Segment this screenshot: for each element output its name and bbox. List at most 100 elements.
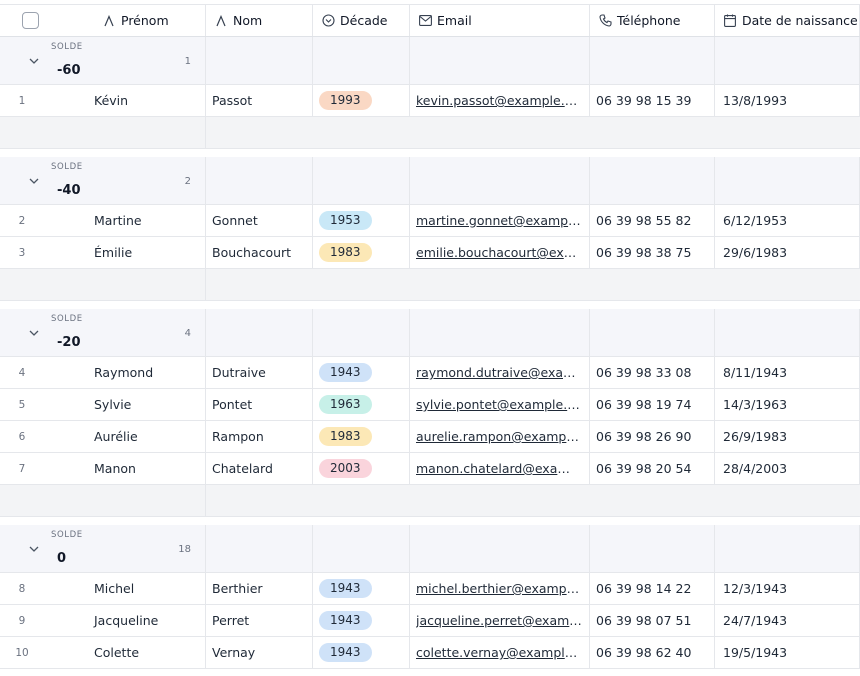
table-row[interactable]: 3 Émilie Bouchacourt 1983 emilie.bouchacourt…: [0, 237, 860, 269]
table-row[interactable]: 6 Aurélie Rampon 1983 aurelie.rampon@example…: [0, 421, 860, 453]
prenom-cell[interactable]: Émilie: [88, 237, 206, 268]
birthdate-cell[interactable]: 6/12/1953: [715, 205, 860, 236]
telephone-cell[interactable]: 06 39 98 33 08: [590, 357, 715, 388]
nom-cell[interactable]: Pontet: [206, 389, 313, 420]
chevron-down-icon[interactable]: [27, 174, 41, 188]
email-cell[interactable]: kevin.passot@example.com: [410, 85, 590, 116]
nom-cell[interactable]: Bouchacourt: [206, 237, 313, 268]
birthdate-cell[interactable]: 24/7/1943: [715, 605, 860, 636]
email-link[interactable]: colette.vernay@example.com: [416, 645, 582, 660]
table-row[interactable]: 8 Michel Berthier 1943 michel.berthier@examp…: [0, 573, 860, 605]
birthdate-cell[interactable]: 13/8/1993: [715, 85, 860, 116]
chevron-down-icon[interactable]: [27, 326, 41, 340]
prenom-cell[interactable]: Michel: [88, 573, 206, 604]
telephone-cell[interactable]: 06 39 98 26 90: [590, 421, 715, 452]
column-header-telephone[interactable]: Téléphone: [590, 5, 715, 36]
email-link[interactable]: martine.gonnet@example.com: [416, 213, 582, 228]
decade-cell[interactable]: 1953: [313, 205, 410, 236]
chevron-down-icon[interactable]: [27, 54, 41, 68]
table-row[interactable]: 5 Sylvie Pontet 1963 sylvie.pontet@example.c…: [0, 389, 860, 421]
email-link[interactable]: jacqueline.perret@example.com: [416, 613, 582, 628]
decade-cell[interactable]: 1943: [313, 637, 410, 668]
birthdate-cell[interactable]: 8/11/1943: [715, 357, 860, 388]
email-link[interactable]: emilie.bouchacourt@example.com: [416, 245, 582, 260]
birthdate-cell[interactable]: 14/3/1963: [715, 389, 860, 420]
group-field-label: SOLDE: [51, 42, 83, 52]
chevron-down-icon[interactable]: [27, 542, 41, 556]
email-cell[interactable]: manon.chatelard@example.com: [410, 453, 590, 484]
email-link[interactable]: kevin.passot@example.com: [416, 93, 582, 108]
table-row[interactable]: 7 Manon Chatelard 2003 manon.chatelard@examp…: [0, 453, 860, 485]
email-cell[interactable]: colette.vernay@example.com: [410, 637, 590, 668]
email-link[interactable]: aurelie.rampon@example.com: [416, 429, 582, 444]
email-link[interactable]: manon.chatelard@example.com: [416, 461, 582, 476]
table-row[interactable]: 4 Raymond Dutraive 1943 raymond.dutraive@exa…: [0, 357, 860, 389]
column-header-prenom[interactable]: Prénom: [88, 5, 206, 36]
email-cell[interactable]: emilie.bouchacourt@example.com: [410, 237, 590, 268]
email-link[interactable]: sylvie.pontet@example.com: [416, 397, 582, 412]
email-link[interactable]: raymond.dutraive@example.com: [416, 365, 582, 380]
email-link[interactable]: michel.berthier@example.com: [416, 581, 582, 596]
prenom-cell[interactable]: Manon: [88, 453, 206, 484]
decade-cell[interactable]: 1943: [313, 605, 410, 636]
nom-cell[interactable]: Rampon: [206, 421, 313, 452]
prenom-cell[interactable]: Jacqueline: [88, 605, 206, 636]
table-row[interactable]: 1 Kévin Passot 1993 kevin.passot@example.com…: [0, 85, 860, 117]
decade-cell[interactable]: 1943: [313, 573, 410, 604]
nom-cell[interactable]: Berthier: [206, 573, 313, 604]
column-header-nom[interactable]: Nom: [206, 5, 313, 36]
prenom-cell[interactable]: Kévin: [88, 85, 206, 116]
decade-cell[interactable]: 1943: [313, 357, 410, 388]
nom-cell[interactable]: Gonnet: [206, 205, 313, 236]
birthdate-cell[interactable]: 26/9/1983: [715, 421, 860, 452]
birthdate-cell[interactable]: 29/6/1983: [715, 237, 860, 268]
email-cell[interactable]: jacqueline.perret@example.com: [410, 605, 590, 636]
telephone-cell[interactable]: 06 39 98 19 74: [590, 389, 715, 420]
prenom-value: Michel: [94, 581, 135, 596]
group-empty-cell: [313, 157, 410, 204]
email-cell[interactable]: aurelie.rampon@example.com: [410, 421, 590, 452]
column-header-date-de-naissance[interactable]: Date de naissance: [715, 5, 860, 36]
birthdate-cell[interactable]: 28/4/2003: [715, 453, 860, 484]
telephone-cell[interactable]: 06 39 98 20 54: [590, 453, 715, 484]
telephone-cell[interactable]: 06 39 98 38 75: [590, 237, 715, 268]
nom-cell[interactable]: Perret: [206, 605, 313, 636]
nom-cell[interactable]: Passot: [206, 85, 313, 116]
birthdate-cell[interactable]: 12/3/1943: [715, 573, 860, 604]
decade-cell[interactable]: 2003: [313, 453, 410, 484]
group-header-row[interactable]: SOLDE 0 18: [0, 525, 860, 573]
select-all-checkbox[interactable]: [22, 12, 39, 29]
email-cell[interactable]: michel.berthier@example.com: [410, 573, 590, 604]
telephone-cell[interactable]: 06 39 98 14 22: [590, 573, 715, 604]
telephone-cell[interactable]: 06 39 98 62 40: [590, 637, 715, 668]
email-cell[interactable]: sylvie.pontet@example.com: [410, 389, 590, 420]
table-row[interactable]: 9 Jacqueline Perret 1943 jacqueline.perret@e…: [0, 605, 860, 637]
birthdate-cell[interactable]: 19/5/1943: [715, 637, 860, 668]
group-spacer-left: [0, 269, 206, 300]
table-row[interactable]: 2 Martine Gonnet 1953 martine.gonnet@example…: [0, 205, 860, 237]
column-header-decade[interactable]: Décade: [313, 5, 410, 36]
group-value: -20: [57, 335, 81, 350]
nom-cell[interactable]: Dutraive: [206, 357, 313, 388]
email-cell[interactable]: raymond.dutraive@example.com: [410, 357, 590, 388]
table-row[interactable]: 10 Colette Vernay 1943 colette.vernay@exampl…: [0, 637, 860, 669]
telephone-cell[interactable]: 06 39 98 07 51: [590, 605, 715, 636]
decade-cell[interactable]: 1963: [313, 389, 410, 420]
prenom-cell[interactable]: Aurélie: [88, 421, 206, 452]
prenom-cell[interactable]: Colette: [88, 637, 206, 668]
nom-cell[interactable]: Chatelard: [206, 453, 313, 484]
decade-cell[interactable]: 1983: [313, 237, 410, 268]
column-header-email[interactable]: Email: [410, 5, 590, 36]
prenom-cell[interactable]: Sylvie: [88, 389, 206, 420]
telephone-cell[interactable]: 06 39 98 55 82: [590, 205, 715, 236]
telephone-cell[interactable]: 06 39 98 15 39: [590, 85, 715, 116]
group-header-row[interactable]: SOLDE -60 1: [0, 37, 860, 85]
prenom-cell[interactable]: Martine: [88, 205, 206, 236]
email-cell[interactable]: martine.gonnet@example.com: [410, 205, 590, 236]
nom-cell[interactable]: Vernay: [206, 637, 313, 668]
decade-cell[interactable]: 1983: [313, 421, 410, 452]
group-header-row[interactable]: SOLDE -40 2: [0, 157, 860, 205]
decade-cell[interactable]: 1993: [313, 85, 410, 116]
prenom-cell[interactable]: Raymond: [88, 357, 206, 388]
group-header-row[interactable]: SOLDE -20 4: [0, 309, 860, 357]
